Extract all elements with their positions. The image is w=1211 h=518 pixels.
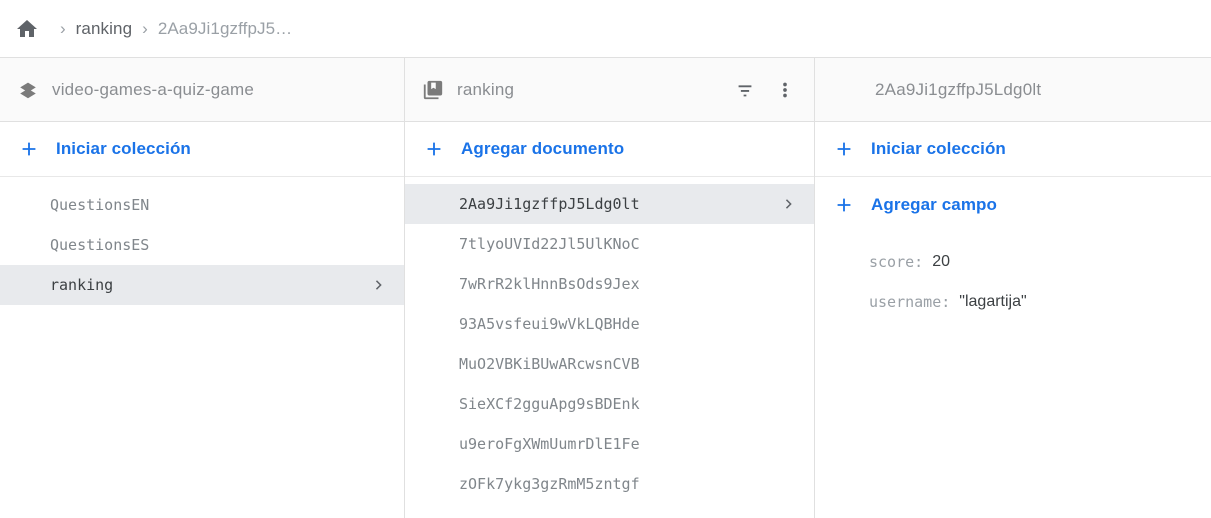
- breadcrumb-separator-1: ›: [60, 19, 66, 38]
- collection-item-label: QuestionsEN: [50, 196, 150, 214]
- collection-name: ranking: [457, 79, 515, 99]
- add-field-label: Agregar campo: [871, 194, 998, 214]
- document-id: 2Aa9Ji1gzffpJ5Ldg0lt: [875, 79, 1042, 99]
- chevron-right-icon: [370, 276, 388, 294]
- field-key: score:: [869, 253, 924, 271]
- breadcrumb-separator-2: ›: [142, 19, 148, 38]
- database-name: video-games-a-quiz-game: [52, 79, 255, 99]
- collection-panel: ranking Agregar documento 2Aa9Ji1gzffpJ5…: [405, 58, 815, 518]
- document-item[interactable]: SieXCf2gguApg9sBDEnk: [405, 384, 814, 424]
- plus-icon: [831, 136, 857, 162]
- breadcrumb: › ranking › 2Aa9Ji1gzffpJ5…: [0, 0, 1211, 58]
- document-item-label: 2Aa9Ji1gzffpJ5Ldg0lt: [459, 195, 640, 213]
- chevron-right-icon: [780, 195, 798, 213]
- document-item[interactable]: u9eroFgXWmUumrDlE1Fe: [405, 424, 814, 464]
- document-item-label: 7tlyoUVId22Jl5UlKNoC: [459, 235, 640, 253]
- field-row[interactable]: username: "lagartija": [815, 282, 1211, 322]
- collection-item-label: QuestionsES: [50, 236, 150, 254]
- field-value: 20: [932, 253, 950, 270]
- add-document-label: Agregar documento: [461, 139, 625, 158]
- document-item[interactable]: 7tlyoUVId22Jl5UlKNoC: [405, 224, 814, 264]
- database-panel-header: video-games-a-quiz-game: [0, 58, 404, 122]
- add-document-button[interactable]: Agregar documento: [405, 122, 814, 177]
- firestore-data-viewer: › ranking › 2Aa9Ji1gzffpJ5… video-games-…: [0, 0, 1211, 518]
- filter-icon[interactable]: [732, 77, 758, 103]
- document-item[interactable]: 7wRrR2klHnnBsOds9Jex: [405, 264, 814, 304]
- document-item-label: MuO2VBKiBUwARcwsnCVB: [459, 355, 640, 373]
- document-item-label: 7wRrR2klHnnBsOds9Jex: [459, 275, 640, 293]
- field-list: score: 20 username: "lagartija": [815, 232, 1211, 518]
- collection-item-ranking[interactable]: ranking: [0, 265, 404, 305]
- document-panel: 2Aa9Ji1gzffpJ5Ldg0lt Iniciar colección A…: [815, 58, 1211, 518]
- document-list: 2Aa9Ji1gzffpJ5Ldg0lt 7tlyoUVId22Jl5UlKNo…: [405, 177, 814, 518]
- more-vert-icon[interactable]: [772, 77, 798, 103]
- document-item-label: u9eroFgXWmUumrDlE1Fe: [459, 435, 640, 453]
- document-item[interactable]: 93A5vsfeui9wVkLQBHde: [405, 304, 814, 344]
- panel-columns: video-games-a-quiz-game Iniciar colecció…: [0, 58, 1211, 518]
- field-row[interactable]: score: 20: [815, 242, 1211, 282]
- document-item-label: zOFk7ykg3gzRmM5zntgf: [459, 475, 640, 493]
- home-icon[interactable]: [14, 16, 40, 42]
- firestore-database-icon: [16, 78, 40, 102]
- collection-item-label: ranking: [50, 276, 114, 294]
- document-item[interactable]: 2Aa9Ji1gzffpJ5Ldg0lt: [405, 184, 814, 224]
- field-key: username:: [869, 293, 951, 311]
- document-item-label: SieXCf2gguApg9sBDEnk: [459, 395, 640, 413]
- add-field-button[interactable]: Agregar campo: [815, 177, 1211, 232]
- breadcrumb-item-collection[interactable]: ranking: [76, 19, 132, 39]
- document-item-label: 93A5vsfeui9wVkLQBHde: [459, 315, 640, 333]
- start-collection-label: Iniciar colección: [56, 139, 191, 158]
- collection-panel-header: ranking: [405, 58, 814, 122]
- field-value: "lagartija": [959, 293, 1027, 310]
- document-panel-header: 2Aa9Ji1gzffpJ5Ldg0lt: [815, 58, 1211, 122]
- collection-item-questions-en[interactable]: QuestionsEN: [0, 185, 404, 225]
- plus-icon: [421, 136, 447, 162]
- start-collection-button-document[interactable]: Iniciar colección: [815, 122, 1211, 177]
- document-item[interactable]: zOFk7ykg3gzRmM5zntgf: [405, 464, 814, 504]
- plus-icon: [831, 192, 857, 218]
- database-panel: video-games-a-quiz-game Iniciar colecció…: [0, 58, 405, 518]
- start-collection-button[interactable]: Iniciar colección: [0, 122, 404, 177]
- collection-books-icon: [421, 78, 445, 102]
- document-item[interactable]: MuO2VBKiBUwARcwsnCVB: [405, 344, 814, 384]
- collection-list: QuestionsEN QuestionsES ranking: [0, 177, 404, 518]
- start-collection-label: Iniciar colección: [871, 139, 1006, 158]
- plus-icon: [16, 136, 42, 162]
- collection-panel-actions: [732, 77, 798, 103]
- collection-item-questions-es[interactable]: QuestionsES: [0, 225, 404, 265]
- breadcrumb-item-document[interactable]: 2Aa9Ji1gzffpJ5…: [158, 19, 292, 39]
